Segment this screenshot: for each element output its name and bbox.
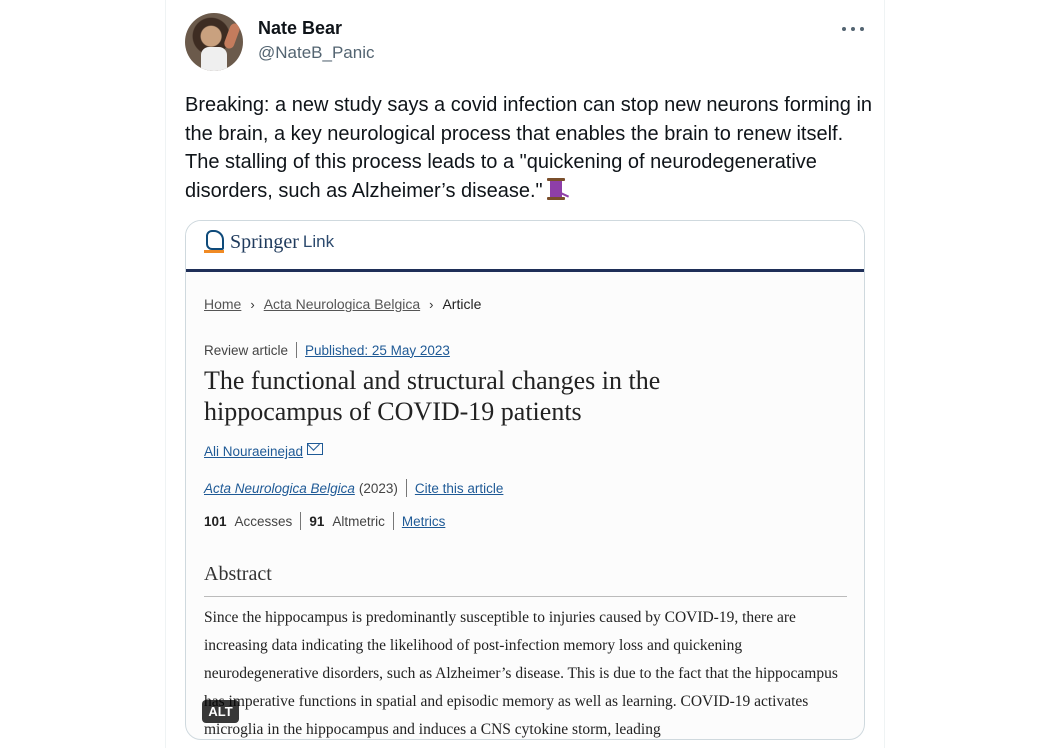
journal-line: Acta Neurologica Belgica (2023) Cite thi… [204,479,503,497]
header-rule [186,269,864,272]
altmetric-value: 91 [309,513,325,529]
cite-link: Cite this article [414,480,504,496]
avatar-hand-shape [222,22,242,50]
accesses-label: Accesses [234,513,293,529]
alt-text-badge[interactable]: ALT [202,700,239,723]
brand-name: Springer [230,230,299,253]
journal-year: (2023) [358,480,398,496]
timeline-right-border [884,0,885,748]
divider [296,342,298,358]
author-line: Ali Nouraeinejad [204,442,324,459]
divider [392,512,394,530]
tweet-media[interactable]: Springer Link Home › Acta Neurologica Be… [185,220,865,740]
author-name[interactable]: Nate Bear [258,18,342,39]
chevron-right-icon: › [429,296,434,312]
avatar[interactable] [185,13,243,71]
thread-spool-icon [546,177,569,200]
breadcrumb: Home › Acta Neurologica Belgica › Articl… [204,296,481,312]
journal-name: Acta Neurologica Belgica [204,480,355,496]
tweet-text: Breaking: a new study says a covid infec… [185,91,875,205]
accesses-value: 101 [204,513,227,529]
more-options-icon[interactable] [842,19,864,39]
abstract-heading: Abstract [204,563,272,585]
article-meta: Review article Published: 25 May 2023 [204,342,450,358]
abstract-text: Since the hippocampus is predominantly s… [204,609,838,738]
avatar-body-shape [201,47,227,71]
author-handle[interactable]: @NateB_Panic [258,43,375,63]
springer-header: Springer Link [186,221,864,271]
springer-horse-icon [204,230,224,254]
article-screenshot: Springer Link Home › Acta Neurologica Be… [186,221,864,739]
breadcrumb-current: Article [442,296,482,312]
dot [860,27,864,31]
article-type: Review article [204,342,289,358]
divider [405,479,407,497]
abstract-rule [204,596,847,597]
dot [842,27,846,31]
springer-link-logo: Springer Link [204,230,334,254]
article-title: The functional and structural changes in… [204,366,661,426]
metrics-link: Metrics [401,513,446,529]
mail-icon [307,442,324,455]
dot [851,27,855,31]
metrics-line: 101 Accesses 91 Altmetric Metrics [204,512,445,530]
breadcrumb-journal: Acta Neurologica Belgica [263,296,421,312]
divider [300,512,302,530]
tweet-body: Breaking: a new study says a covid infec… [185,94,873,202]
breadcrumb-home: Home [204,296,242,312]
published-date: Published: 25 May 2023 [305,342,450,358]
article-author: Ali Nouraeinejad [204,444,304,459]
timeline-left-border [165,0,166,748]
chevron-right-icon: › [250,296,255,312]
altmetric-label: Altmetric [332,513,385,529]
brand-suffix: Link [302,232,335,251]
